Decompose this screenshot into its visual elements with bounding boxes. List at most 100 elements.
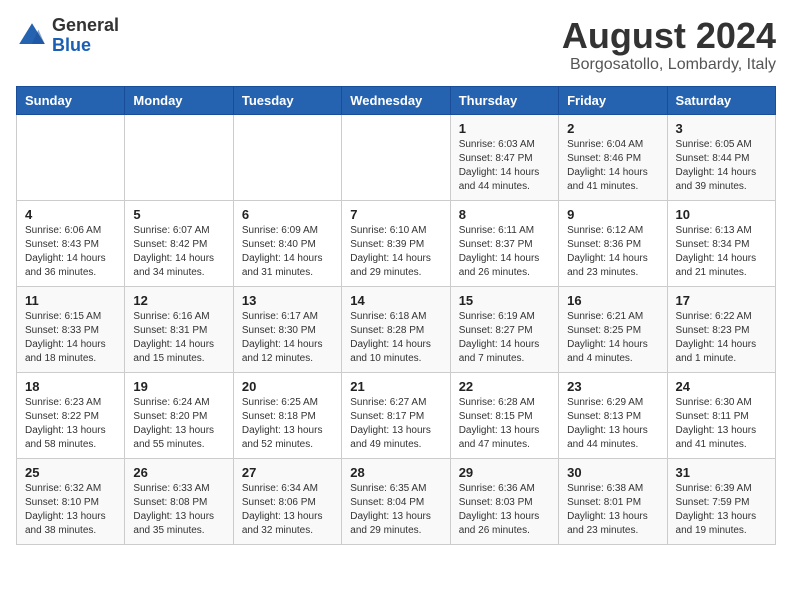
day-info: Sunrise: 6:30 AM Sunset: 8:11 PM Dayligh… bbox=[676, 396, 767, 452]
day-info: Sunrise: 6:38 AM Sunset: 8:01 PM Dayligh… bbox=[567, 482, 658, 538]
day-number: 3 bbox=[676, 121, 767, 136]
calendar-cell: 15 Sunrise: 6:19 AM Sunset: 8:27 PM Dayli… bbox=[450, 286, 558, 372]
calendar-cell: 25 Sunrise: 6:32 AM Sunset: 8:10 PM Dayli… bbox=[17, 458, 125, 544]
day-number: 21 bbox=[350, 379, 441, 394]
day-number: 19 bbox=[133, 379, 224, 394]
day-number: 17 bbox=[676, 293, 767, 308]
day-number: 24 bbox=[676, 379, 767, 394]
day-info: Sunrise: 6:10 AM Sunset: 8:39 PM Dayligh… bbox=[350, 224, 441, 280]
calendar-cell: 23 Sunrise: 6:29 AM Sunset: 8:13 PM Dayli… bbox=[559, 372, 667, 458]
calendar-header: SundayMondayTuesdayWednesdayThursdayFrid… bbox=[17, 86, 776, 114]
day-number: 18 bbox=[25, 379, 116, 394]
day-number: 15 bbox=[459, 293, 550, 308]
calendar-table: SundayMondayTuesdayWednesdayThursdayFrid… bbox=[16, 86, 776, 545]
day-info: Sunrise: 6:04 AM Sunset: 8:46 PM Dayligh… bbox=[567, 138, 658, 194]
calendar-cell: 1 Sunrise: 6:03 AM Sunset: 8:47 PM Daylig… bbox=[450, 114, 558, 200]
day-info: Sunrise: 6:13 AM Sunset: 8:34 PM Dayligh… bbox=[676, 224, 767, 280]
calendar-cell: 18 Sunrise: 6:23 AM Sunset: 8:22 PM Dayli… bbox=[17, 372, 125, 458]
day-number: 28 bbox=[350, 465, 441, 480]
calendar-week-4: 18 Sunrise: 6:23 AM Sunset: 8:22 PM Dayli… bbox=[17, 372, 776, 458]
day-number: 20 bbox=[242, 379, 333, 394]
day-number: 6 bbox=[242, 207, 333, 222]
weekday-header-wednesday: Wednesday bbox=[342, 86, 450, 114]
calendar-cell bbox=[125, 114, 233, 200]
weekday-header-tuesday: Tuesday bbox=[233, 86, 341, 114]
logo: General Blue bbox=[16, 16, 119, 56]
logo-text: General Blue bbox=[52, 16, 119, 56]
calendar-cell: 12 Sunrise: 6:16 AM Sunset: 8:31 PM Dayli… bbox=[125, 286, 233, 372]
day-number: 2 bbox=[567, 121, 658, 136]
calendar-cell: 21 Sunrise: 6:27 AM Sunset: 8:17 PM Dayli… bbox=[342, 372, 450, 458]
day-info: Sunrise: 6:28 AM Sunset: 8:15 PM Dayligh… bbox=[459, 396, 550, 452]
calendar-cell: 3 Sunrise: 6:05 AM Sunset: 8:44 PM Daylig… bbox=[667, 114, 775, 200]
day-info: Sunrise: 6:21 AM Sunset: 8:25 PM Dayligh… bbox=[567, 310, 658, 366]
day-info: Sunrise: 6:07 AM Sunset: 8:42 PM Dayligh… bbox=[133, 224, 224, 280]
calendar-cell: 10 Sunrise: 6:13 AM Sunset: 8:34 PM Dayli… bbox=[667, 200, 775, 286]
day-info: Sunrise: 6:23 AM Sunset: 8:22 PM Dayligh… bbox=[25, 396, 116, 452]
day-info: Sunrise: 6:06 AM Sunset: 8:43 PM Dayligh… bbox=[25, 224, 116, 280]
day-number: 7 bbox=[350, 207, 441, 222]
day-info: Sunrise: 6:25 AM Sunset: 8:18 PM Dayligh… bbox=[242, 396, 333, 452]
title-block: August 2024 Borgosatollo, Lombardy, Ital… bbox=[562, 16, 776, 74]
calendar-cell: 16 Sunrise: 6:21 AM Sunset: 8:25 PM Dayli… bbox=[559, 286, 667, 372]
day-number: 16 bbox=[567, 293, 658, 308]
calendar-cell: 6 Sunrise: 6:09 AM Sunset: 8:40 PM Daylig… bbox=[233, 200, 341, 286]
calendar-cell: 9 Sunrise: 6:12 AM Sunset: 8:36 PM Daylig… bbox=[559, 200, 667, 286]
calendar-cell: 17 Sunrise: 6:22 AM Sunset: 8:23 PM Dayli… bbox=[667, 286, 775, 372]
day-info: Sunrise: 6:09 AM Sunset: 8:40 PM Dayligh… bbox=[242, 224, 333, 280]
calendar-cell: 26 Sunrise: 6:33 AM Sunset: 8:08 PM Dayli… bbox=[125, 458, 233, 544]
day-info: Sunrise: 6:05 AM Sunset: 8:44 PM Dayligh… bbox=[676, 138, 767, 194]
page-header: General Blue August 2024 Borgosatollo, L… bbox=[16, 16, 776, 74]
day-info: Sunrise: 6:15 AM Sunset: 8:33 PM Dayligh… bbox=[25, 310, 116, 366]
day-info: Sunrise: 6:03 AM Sunset: 8:47 PM Dayligh… bbox=[459, 138, 550, 194]
day-info: Sunrise: 6:16 AM Sunset: 8:31 PM Dayligh… bbox=[133, 310, 224, 366]
calendar-cell: 7 Sunrise: 6:10 AM Sunset: 8:39 PM Daylig… bbox=[342, 200, 450, 286]
day-number: 12 bbox=[133, 293, 224, 308]
day-info: Sunrise: 6:19 AM Sunset: 8:27 PM Dayligh… bbox=[459, 310, 550, 366]
calendar-cell: 4Sunrise: 6:06 AM Sunset: 8:43 PM Daylig… bbox=[17, 200, 125, 286]
day-number: 8 bbox=[459, 207, 550, 222]
calendar-week-5: 25 Sunrise: 6:32 AM Sunset: 8:10 PM Dayli… bbox=[17, 458, 776, 544]
calendar-cell: 13Sunrise: 6:17 AM Sunset: 8:30 PM Dayli… bbox=[233, 286, 341, 372]
calendar-cell: 29Sunrise: 6:36 AM Sunset: 8:03 PM Dayli… bbox=[450, 458, 558, 544]
calendar-week-3: 11 Sunrise: 6:15 AM Sunset: 8:33 PM Dayli… bbox=[17, 286, 776, 372]
day-number: 10 bbox=[676, 207, 767, 222]
day-number: 1 bbox=[459, 121, 550, 136]
logo-icon bbox=[16, 20, 48, 52]
calendar-cell: 27Sunrise: 6:34 AM Sunset: 8:06 PM Dayli… bbox=[233, 458, 341, 544]
day-info: Sunrise: 6:29 AM Sunset: 8:13 PM Dayligh… bbox=[567, 396, 658, 452]
day-number: 11 bbox=[25, 293, 116, 308]
day-number: 9 bbox=[567, 207, 658, 222]
day-number: 30 bbox=[567, 465, 658, 480]
day-info: Sunrise: 6:35 AM Sunset: 8:04 PM Dayligh… bbox=[350, 482, 441, 538]
calendar-cell: 2 Sunrise: 6:04 AM Sunset: 8:46 PM Daylig… bbox=[559, 114, 667, 200]
day-number: 23 bbox=[567, 379, 658, 394]
weekday-header-friday: Friday bbox=[559, 86, 667, 114]
weekday-header-sunday: Sunday bbox=[17, 86, 125, 114]
day-number: 14 bbox=[350, 293, 441, 308]
day-number: 31 bbox=[676, 465, 767, 480]
day-info: Sunrise: 6:17 AM Sunset: 8:30 PM Dayligh… bbox=[242, 310, 333, 366]
day-info: Sunrise: 6:22 AM Sunset: 8:23 PM Dayligh… bbox=[676, 310, 767, 366]
day-info: Sunrise: 6:39 AM Sunset: 7:59 PM Dayligh… bbox=[676, 482, 767, 538]
day-number: 22 bbox=[459, 379, 550, 394]
calendar-cell: 28 Sunrise: 6:35 AM Sunset: 8:04 PM Dayli… bbox=[342, 458, 450, 544]
calendar-cell: 14Sunrise: 6:18 AM Sunset: 8:28 PM Dayli… bbox=[342, 286, 450, 372]
calendar-cell: 19Sunrise: 6:24 AM Sunset: 8:20 PM Dayli… bbox=[125, 372, 233, 458]
day-info: Sunrise: 6:11 AM Sunset: 8:37 PM Dayligh… bbox=[459, 224, 550, 280]
day-number: 25 bbox=[25, 465, 116, 480]
calendar-cell: 5Sunrise: 6:07 AM Sunset: 8:42 PM Daylig… bbox=[125, 200, 233, 286]
calendar-cell bbox=[17, 114, 125, 200]
day-info: Sunrise: 6:33 AM Sunset: 8:08 PM Dayligh… bbox=[133, 482, 224, 538]
weekday-header-saturday: Saturday bbox=[667, 86, 775, 114]
day-info: Sunrise: 6:27 AM Sunset: 8:17 PM Dayligh… bbox=[350, 396, 441, 452]
calendar-cell: 31 Sunrise: 6:39 AM Sunset: 7:59 PM Dayli… bbox=[667, 458, 775, 544]
day-info: Sunrise: 6:32 AM Sunset: 8:10 PM Dayligh… bbox=[25, 482, 116, 538]
calendar-body: 1 Sunrise: 6:03 AM Sunset: 8:47 PM Daylig… bbox=[17, 114, 776, 544]
day-number: 26 bbox=[133, 465, 224, 480]
calendar-cell: 30 Sunrise: 6:38 AM Sunset: 8:01 PM Dayli… bbox=[559, 458, 667, 544]
calendar-cell: 24 Sunrise: 6:30 AM Sunset: 8:11 PM Dayli… bbox=[667, 372, 775, 458]
calendar-cell: 20 Sunrise: 6:25 AM Sunset: 8:18 PM Dayli… bbox=[233, 372, 341, 458]
month-year: August 2024 bbox=[562, 16, 776, 56]
day-info: Sunrise: 6:12 AM Sunset: 8:36 PM Dayligh… bbox=[567, 224, 658, 280]
